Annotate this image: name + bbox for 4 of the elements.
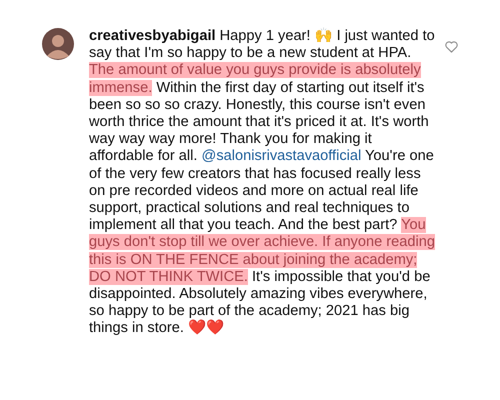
avatar (42, 28, 74, 60)
mention-link[interactable]: @salonisrivastavaofficial (202, 148, 362, 164)
comment-text: creativesbyabigail Happy 1 year! 🙌 I just wanted to say that I'm so happy to be a new student at HPA. The amount of value you guys provide is absolutely immense. Within the first day of starting out itself it's been so so so crazy. Honestly, this course isn't even worth thrice the amount that it's priced it at. It's worth way way way more! Thank you for making it affordable for all. @salonisrivastavaofficial You're one of the very few creators that has focused really less on pre recorded videos and more on actual real life support, practical solutions and real techniques to implement all that you teach. And the best part? You guys don't stop till we over achieve. If anyone reading this is ON THE FENCE about joining the academy; DO NOT THINK TWICE. It's impossible that you'd be disappointed. Absolutely amazing vibes everywhere, so happy to be part of the academy; 2021 has big things in store. ❤❤ (89, 28, 435, 338)
heart-icon[interactable] (445, 41, 458, 53)
